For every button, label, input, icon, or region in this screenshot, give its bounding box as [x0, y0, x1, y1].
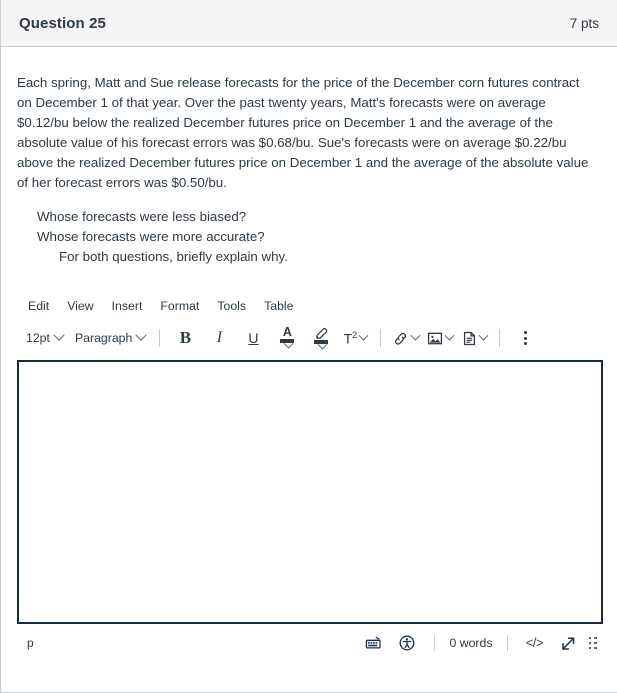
chevron-down-icon[interactable]	[410, 330, 421, 341]
answer-textarea[interactable]	[17, 360, 603, 624]
editor-menubar: Edit View Insert Format Tools Table	[17, 294, 603, 318]
expand-arrow-icon	[560, 635, 577, 652]
underline-icon: U	[248, 330, 259, 346]
sub-question-3: For both questions, briefly explain why.	[59, 249, 288, 264]
insert-link-button[interactable]	[389, 325, 423, 351]
toolbar-divider	[499, 329, 501, 347]
superscript-exponent: 2	[352, 329, 358, 340]
editor-statusbar: p 0 words </>	[17, 626, 603, 660]
block-format-dropdown[interactable]: Paragraph	[69, 325, 151, 351]
html-editor-icon: </>	[525, 636, 544, 650]
sub-question-1: Whose forecasts were less biased?	[37, 209, 247, 224]
fullscreen-button[interactable]	[553, 631, 585, 655]
sub-question-2: Whose forecasts were more accurate?	[37, 229, 265, 244]
toolbar-divider	[380, 329, 382, 347]
statusbar-divider	[434, 635, 436, 651]
italic-button[interactable]: I	[202, 325, 236, 351]
menu-item-table[interactable]: Table	[256, 297, 301, 315]
toolbar-divider	[159, 329, 161, 347]
question-paragraph: Each spring, Matt and Sue release foreca…	[17, 75, 589, 190]
question-points: 7 pts	[569, 15, 599, 31]
menu-item-view[interactable]: View	[59, 297, 101, 315]
question-card: Question 25 7 pts Each spring, Matt and …	[0, 0, 617, 693]
question-body: Each spring, Matt and Sue release foreca…	[1, 47, 617, 267]
menu-item-insert[interactable]: Insert	[104, 297, 151, 315]
menu-item-format[interactable]: Format	[152, 297, 207, 315]
chevron-down-icon[interactable]	[444, 330, 455, 341]
superscript-base: T	[343, 330, 353, 347]
chevron-down-icon	[135, 329, 148, 341]
bold-button[interactable]: B	[168, 325, 202, 351]
insert-image-button[interactable]	[423, 325, 457, 351]
question-sub-list: Whose forecasts were less biased? Whose …	[17, 207, 595, 267]
html-editor-button[interactable]: </>	[519, 631, 551, 655]
superscript-icon: T2	[344, 330, 358, 347]
question-header: Question 25 7 pts	[1, 0, 617, 47]
font-size-dropdown[interactable]: 12pt	[20, 325, 69, 351]
italic-icon: I	[216, 329, 223, 346]
rich-text-editor: Edit View Insert Format Tools Table 12pt…	[1, 294, 617, 660]
document-icon	[462, 331, 477, 346]
statusbar-divider	[506, 635, 508, 651]
element-path[interactable]: p	[23, 634, 38, 652]
keyboard-shortcuts-icon	[365, 636, 382, 651]
block-format-value: Paragraph	[74, 331, 133, 345]
statusbar-right-group: 0 words </>	[357, 631, 599, 655]
image-icon	[427, 331, 443, 346]
resize-grip-icon[interactable]	[587, 636, 600, 650]
chevron-down-icon[interactable]	[478, 330, 489, 341]
menu-item-edit[interactable]: Edit	[20, 297, 57, 315]
accessibility-checker-button[interactable]	[391, 631, 423, 655]
editor-toolbar: 12pt Paragraph B I U A T2	[17, 322, 603, 354]
bold-icon: B	[179, 328, 192, 347]
font-size-value: 12pt	[26, 331, 50, 345]
link-icon	[393, 331, 409, 346]
word-count[interactable]: 0 words	[446, 634, 495, 652]
chevron-down-icon[interactable]	[358, 330, 369, 341]
chevron-down-icon	[53, 329, 65, 341]
more-options-icon	[523, 331, 527, 345]
keyboard-shortcuts-button[interactable]	[357, 631, 389, 655]
insert-document-button[interactable]	[457, 325, 491, 351]
accessibility-checker-icon	[399, 635, 415, 651]
text-color-button[interactable]: A	[270, 325, 304, 351]
menu-item-tools[interactable]: Tools	[209, 297, 254, 315]
text-color-letter: A	[282, 324, 292, 339]
page-title: Question 25	[19, 14, 106, 32]
highlight-color-button[interactable]	[304, 325, 338, 351]
more-options-button[interactable]	[508, 325, 542, 351]
underline-button[interactable]: U	[236, 325, 270, 351]
superscript-button[interactable]: T2	[338, 325, 372, 351]
